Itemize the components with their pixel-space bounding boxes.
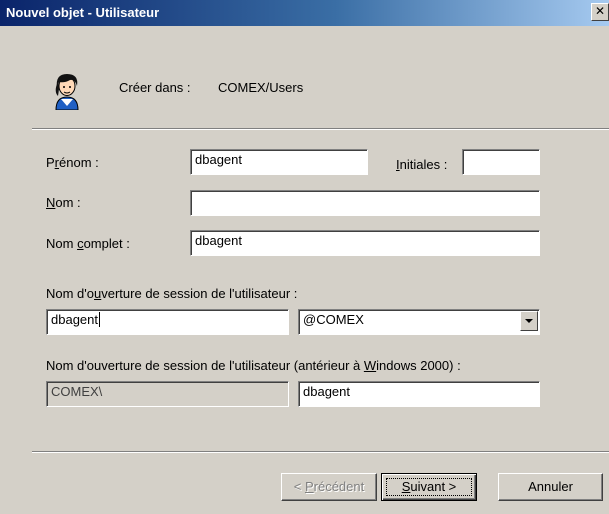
domain-select[interactable]: @COMEX: [298, 309, 540, 335]
logon-name-label: Nom d'ouverture de session de l'utilisat…: [46, 286, 298, 301]
separator-bottom: [32, 451, 609, 453]
title-bar: Nouvel objet - Utilisateur ✕: [0, 0, 609, 26]
first-name-input[interactable]: dbagent: [190, 149, 368, 175]
focus-rect: [386, 478, 472, 496]
chevron-down-icon[interactable]: [520, 311, 538, 331]
create-in-value: COMEX/Users: [218, 80, 304, 95]
initials-label: Initiales :: [396, 157, 448, 172]
full-name-label: Nom complet :: [46, 236, 130, 251]
logon-name-pre2000-input[interactable]: dbagent: [298, 381, 540, 407]
full-name-input[interactable]: dbagent: [190, 230, 540, 256]
user-icon: [55, 74, 79, 110]
back-button[interactable]: < Précédent: [281, 473, 377, 501]
logon-name-input[interactable]: dbagent: [46, 309, 289, 335]
close-icon: ✕: [594, 4, 606, 18]
logon-name-value: dbagent: [51, 312, 98, 327]
create-in-label: Créer dans :: [119, 80, 191, 95]
first-name-label: Prénom :: [46, 155, 99, 170]
domain-selected-value: @COMEX: [303, 312, 364, 327]
logon-name-pre2000-label: Nom d'ouverture de session de l'utilisat…: [46, 358, 461, 373]
domain-prefix-field: COMEX\: [46, 381, 289, 407]
next-button[interactable]: Suivant >: [381, 473, 477, 501]
initials-input[interactable]: [462, 149, 540, 175]
close-button[interactable]: ✕: [591, 3, 609, 21]
separator-top: [32, 128, 609, 130]
last-name-input[interactable]: [190, 190, 540, 216]
cancel-button[interactable]: Annuler: [498, 473, 603, 501]
text-caret: [99, 312, 100, 327]
last-name-label: Nom :: [46, 195, 81, 210]
window-title: Nouvel objet - Utilisateur: [6, 5, 160, 20]
